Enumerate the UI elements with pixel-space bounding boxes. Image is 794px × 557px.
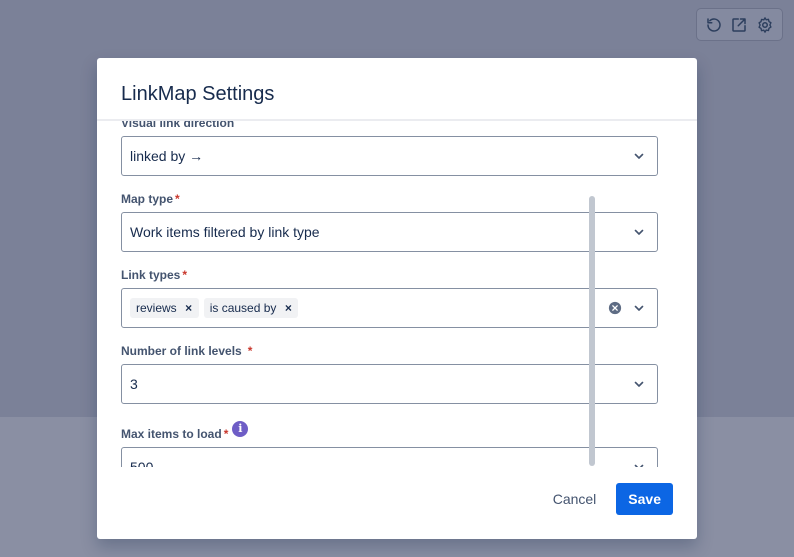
required-marker: * xyxy=(223,427,229,441)
visual-link-direction-field: Visual link direction linked by → xyxy=(121,121,658,176)
max-items-value: 500 xyxy=(130,459,154,467)
max-items-select[interactable]: 500 xyxy=(121,447,658,467)
map-type-value: Work items filtered by link type xyxy=(130,224,320,240)
required-marker: * xyxy=(175,192,180,206)
reset-icon xyxy=(707,17,721,32)
selected-tags: reviews × is caused by × xyxy=(130,298,605,318)
required-marker: * xyxy=(182,268,188,282)
required-marker: * xyxy=(247,344,253,358)
open-external-icon xyxy=(732,17,747,32)
settings-dialog: LinkMap Settings Visual link direction l… xyxy=(97,58,697,539)
link-types-label: Link types xyxy=(121,268,181,282)
settings-button[interactable] xyxy=(753,13,777,37)
tag-reviews: reviews × xyxy=(130,298,199,318)
max-items-field: Max items to load * i 500 xyxy=(121,421,658,467)
visual-link-direction-select[interactable]: linked by → xyxy=(121,136,658,176)
dialog-body[interactable]: Visual link direction linked by → Map ty… xyxy=(97,121,697,467)
map-type-field: Map type * Work items filtered by link t… xyxy=(121,191,658,252)
map-type-select[interactable]: Work items filtered by link type xyxy=(121,212,658,252)
visual-link-direction-label: Visual link direction xyxy=(121,121,235,130)
clear-icon xyxy=(608,301,622,315)
dialog-header: LinkMap Settings xyxy=(97,58,697,121)
gadget-toolbar xyxy=(697,9,782,40)
chevron-down-icon xyxy=(629,146,649,166)
link-levels-select[interactable]: 3 xyxy=(121,364,658,404)
dialog-footer: Cancel Save xyxy=(97,467,697,539)
link-types-multiselect[interactable]: reviews × is caused by × xyxy=(121,288,658,328)
open-external-button[interactable] xyxy=(727,13,751,37)
chevron-down-icon xyxy=(629,298,649,318)
scrollbar-thumb[interactable] xyxy=(589,196,595,466)
link-types-field: Link types * reviews × is caused by × xyxy=(121,267,658,328)
tag-is-caused-by: is caused by × xyxy=(203,298,299,318)
tag-label: is caused by xyxy=(209,301,277,315)
save-button[interactable]: Save xyxy=(616,483,673,515)
map-type-label: Map type xyxy=(121,192,174,206)
link-levels-label: Number of link levels xyxy=(121,344,242,358)
cancel-button[interactable]: Cancel xyxy=(541,483,609,515)
reset-button[interactable] xyxy=(702,13,726,37)
chevron-down-icon xyxy=(629,374,649,394)
info-icon[interactable]: i xyxy=(232,421,249,437)
chevron-down-icon xyxy=(629,222,649,242)
chevron-down-icon xyxy=(629,457,649,467)
scrollbar[interactable] xyxy=(682,121,693,467)
max-items-label: Max items to load xyxy=(121,427,222,441)
link-levels-value: 3 xyxy=(130,376,138,392)
clear-selection-button[interactable] xyxy=(605,298,625,318)
gear-icon xyxy=(758,16,772,33)
dialog-title: LinkMap Settings xyxy=(121,83,275,105)
tag-remove-button[interactable]: × xyxy=(183,301,195,315)
visual-link-direction-value: linked by → xyxy=(130,148,204,164)
link-levels-field: Number of link levels * 3 xyxy=(121,343,658,404)
settings-form: Visual link direction linked by → Map ty… xyxy=(121,121,658,467)
tag-remove-button[interactable]: × xyxy=(282,301,294,315)
tag-label: reviews xyxy=(136,301,177,315)
